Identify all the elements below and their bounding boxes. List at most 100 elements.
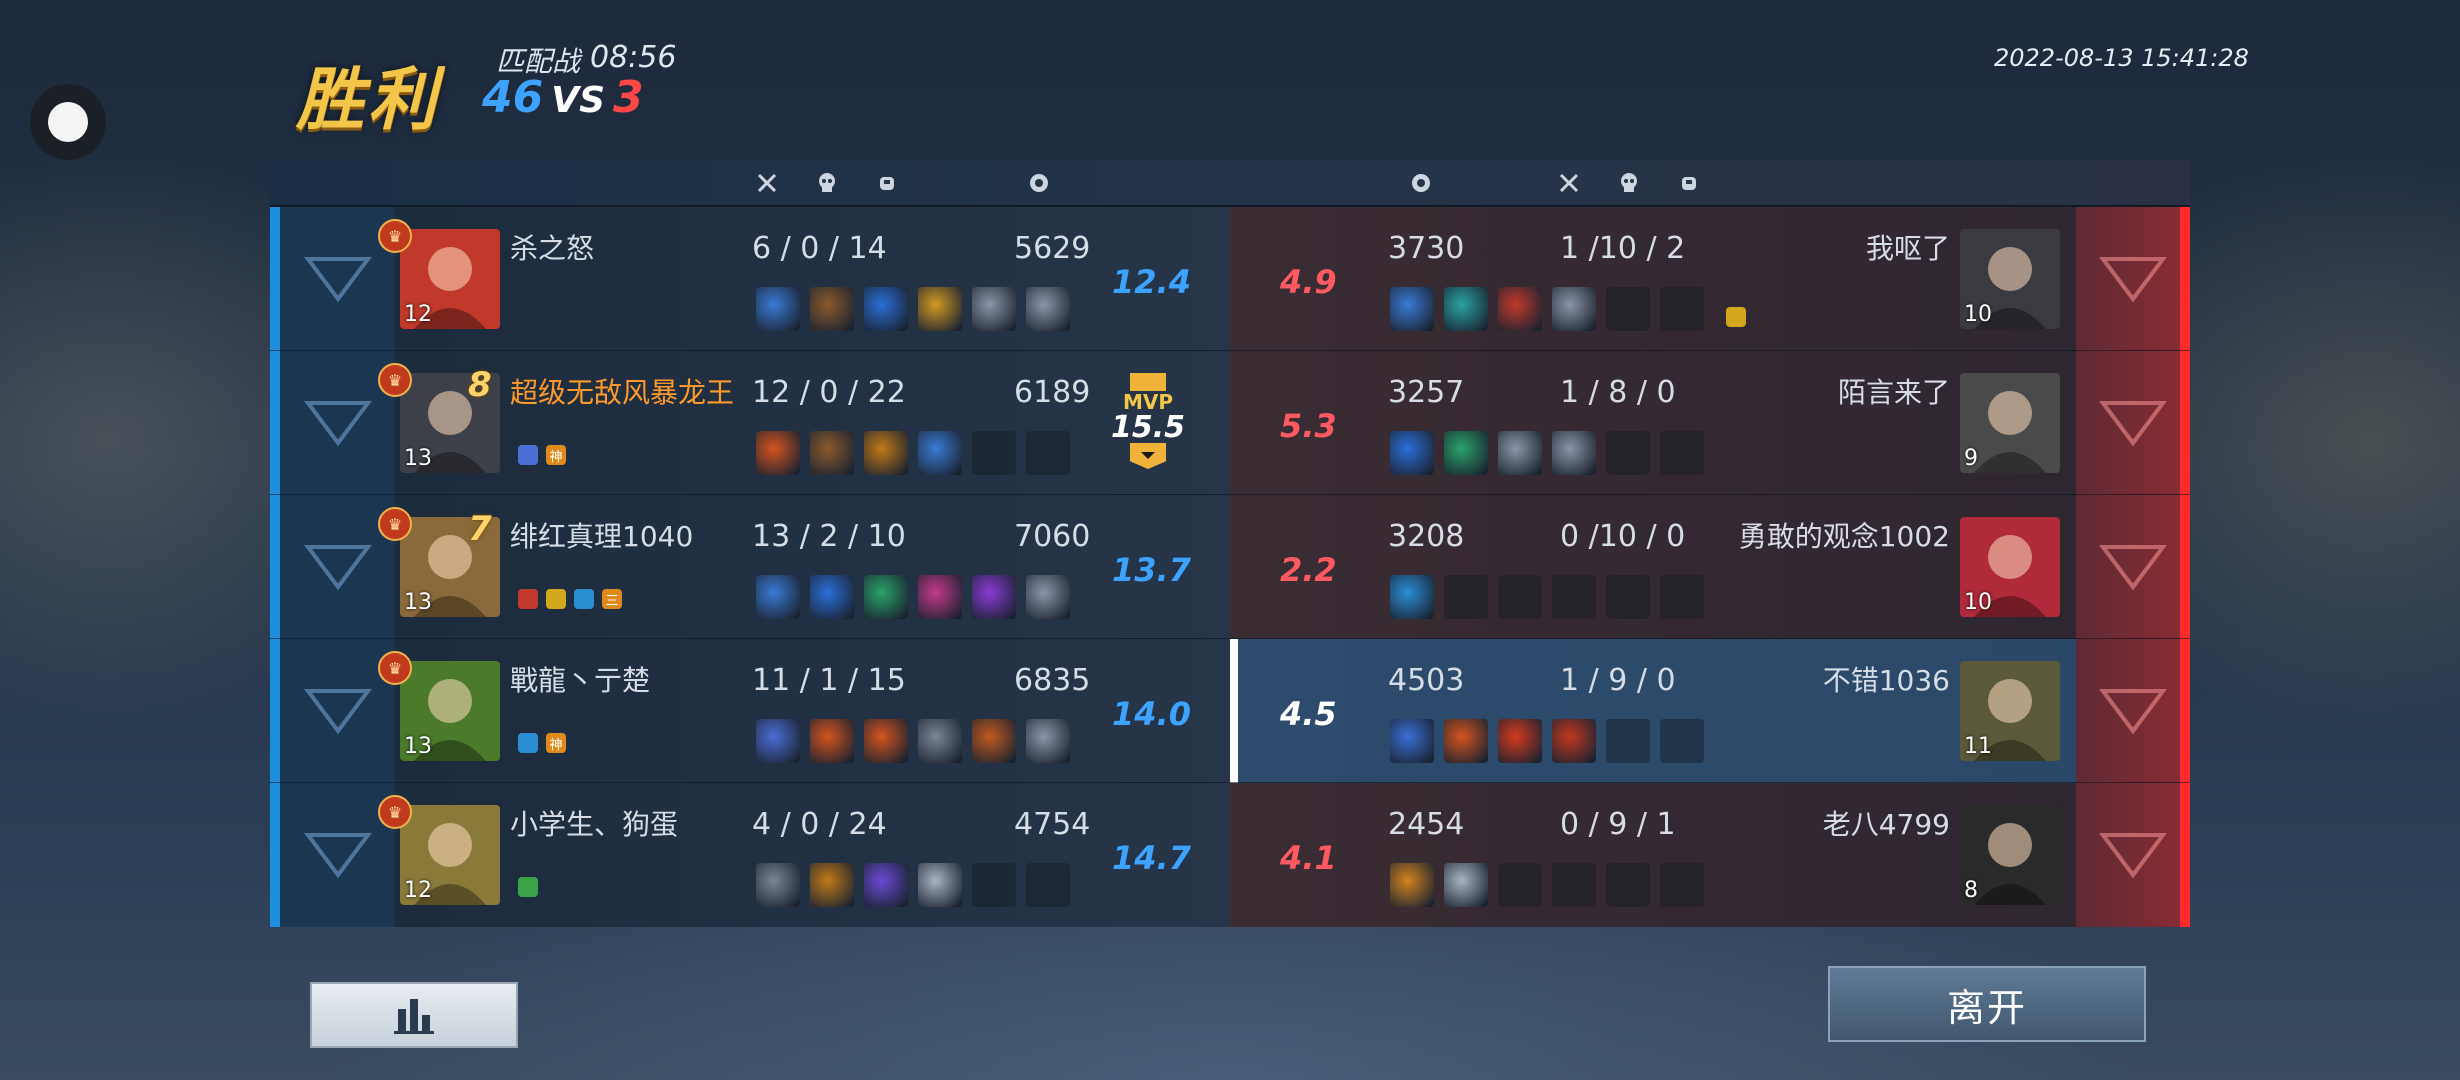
item-icon[interactable] [1552,287,1596,331]
hero-portrait[interactable]: 10 [1960,229,2060,329]
item-icon[interactable] [1390,431,1434,475]
item-icon[interactable] [756,575,800,619]
item-icon[interactable] [1552,863,1596,907]
like-button[interactable] [280,783,395,927]
like-button[interactable] [280,639,395,783]
item-icon[interactable] [918,287,962,331]
item-icon[interactable] [1606,575,1650,619]
item-icon[interactable] [810,575,854,619]
item-icon[interactable] [1026,863,1070,907]
item-icon[interactable] [810,863,854,907]
like-button[interactable] [2076,783,2190,927]
kda: 1 / 8 / 0 [1560,375,1676,410]
item-icon[interactable] [1026,287,1070,331]
like-button[interactable] [280,351,395,495]
player-name: 陌言来了 [1837,376,1950,409]
hero-portrait[interactable]: 12 [400,229,500,329]
item-icon[interactable] [1498,719,1542,763]
like-button[interactable] [2076,351,2190,495]
item-icon[interactable] [864,863,908,907]
item-icon[interactable] [1552,719,1596,763]
item-icon[interactable] [1390,719,1434,763]
item-icon[interactable] [1606,287,1650,331]
item-icon[interactable] [1498,575,1542,619]
item-icon[interactable] [864,431,908,475]
item-icon[interactable] [756,719,800,763]
item-icon[interactable] [1026,719,1070,763]
item-icon[interactable] [1606,719,1650,763]
player-name: 我呕了 [1865,232,1950,265]
item-icon[interactable] [918,719,962,763]
hero-level: 13 [404,446,432,471]
item-icon[interactable] [1498,431,1542,475]
like-button[interactable] [2076,639,2190,783]
coin-icon [1026,170,1052,196]
item-icon[interactable] [1660,431,1704,475]
hero-level: 10 [1964,302,1992,327]
item-icon[interactable] [972,431,1016,475]
player-rating: 13.7 [1112,551,1191,589]
like-button[interactable] [280,207,395,351]
item-icon[interactable] [1552,575,1596,619]
item-icon[interactable] [918,575,962,619]
item-icon[interactable] [1606,863,1650,907]
item-icon[interactable] [918,431,962,475]
item-icon[interactable] [810,287,854,331]
bar-chart-icon [394,999,434,1034]
gold-earned: 4503 [1388,663,1465,698]
like-button[interactable] [2076,207,2190,351]
item-icon[interactable] [972,863,1016,907]
item-icon[interactable] [1444,863,1488,907]
player-rating: 2.2 [1280,551,1337,589]
item-icon[interactable] [1390,863,1434,907]
item-icon[interactable] [972,575,1016,619]
record-button[interactable] [30,84,106,160]
item-icon[interactable] [756,863,800,907]
item-icon[interactable] [1660,863,1704,907]
tag-icon [546,589,566,609]
item-icon[interactable] [1026,575,1070,619]
hero-portrait[interactable]: 13 [400,661,500,761]
item-icon[interactable] [1660,719,1704,763]
item-icon[interactable] [1026,431,1070,475]
hero-portrait[interactable]: 8 [1960,805,2060,905]
like-button[interactable] [2076,495,2190,639]
like-button[interactable] [280,495,395,639]
leave-button[interactable]: 离开 [1828,966,2146,1042]
rank-badge-icon: ♛ [378,651,412,685]
item-slots [1390,719,1704,763]
hero-portrait[interactable]: 12 [400,805,500,905]
item-icon[interactable] [1444,431,1488,475]
item-slots [1390,575,1704,619]
item-icon[interactable] [1444,719,1488,763]
item-icon[interactable] [1498,863,1542,907]
item-icon[interactable] [972,719,1016,763]
blue-team-strip [270,783,280,927]
item-icon[interactable] [1444,287,1488,331]
item-icon[interactable] [864,287,908,331]
crossed-swords-icon [754,170,780,196]
item-icon[interactable] [1444,575,1488,619]
stats-button[interactable] [310,982,518,1048]
hero-level: 8 [1964,878,1978,903]
item-icon[interactable] [756,287,800,331]
item-icon[interactable] [918,863,962,907]
item-icon[interactable] [864,575,908,619]
hero-portrait[interactable]: 10 [1960,517,2060,617]
blue-team-strip [270,351,280,495]
item-icon[interactable] [1660,287,1704,331]
item-icon[interactable] [1606,431,1650,475]
item-icon[interactable] [1660,575,1704,619]
kda: 1 / 9 / 0 [1560,663,1676,698]
item-icon[interactable] [756,431,800,475]
item-icon[interactable] [972,287,1016,331]
hero-portrait[interactable]: 11 [1960,661,2060,761]
item-icon[interactable] [864,719,908,763]
item-icon[interactable] [1390,575,1434,619]
item-icon[interactable] [1498,287,1542,331]
item-icon[interactable] [810,431,854,475]
item-icon[interactable] [1390,287,1434,331]
item-icon[interactable] [810,719,854,763]
item-icon[interactable] [1552,431,1596,475]
hero-portrait[interactable]: 9 [1960,373,2060,473]
